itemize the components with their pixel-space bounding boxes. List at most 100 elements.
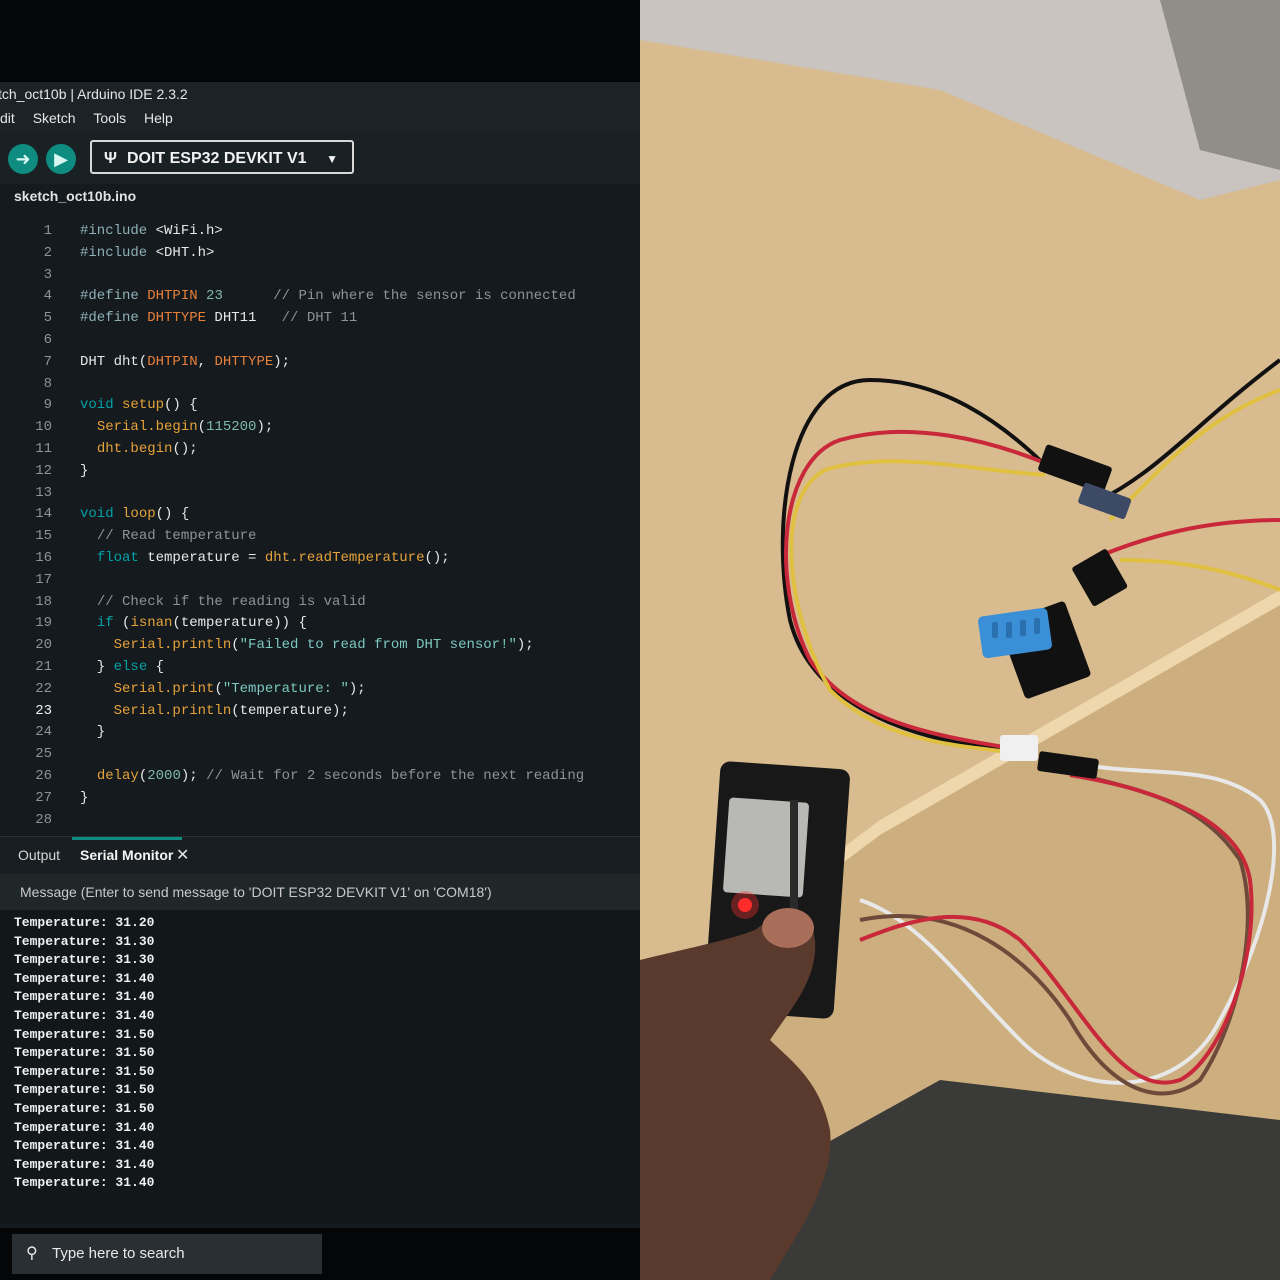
monitor-bezel [0, 0, 640, 82]
line-number: 26 [35, 768, 52, 784]
code-text: Serial.println("Failed to read from DHT … [113, 637, 534, 654]
line-number: 22 [35, 680, 52, 697]
code-line[interactable]: 26 delay(2000); // Wait for 2 seconds be… [0, 765, 640, 787]
board-name: DOIT ESP32 DEVKIT V1 [126, 150, 307, 167]
line-number: 18 [35, 593, 52, 610]
line-number: 11 [35, 441, 52, 457]
code-editor[interactable]: 1 #include <WiFi.h> 2 #include <DHT.h> 3 4 #de… [0, 212, 640, 832]
line-number: 17 [35, 571, 52, 588]
led-glow [731, 891, 759, 919]
code-text: #define DHTPIN 23 // Pin where the senso… [80, 288, 576, 305]
code-line[interactable]: 16 float temperature = dht.readTemperatu… [0, 547, 640, 569]
code-line[interactable]: 9 void setup() { [0, 394, 640, 416]
line-number: 19 [35, 615, 52, 632]
code-line[interactable]: 20 Serial.println("Failed to read from D… [0, 634, 640, 656]
upload-button[interactable]: ▶ [46, 144, 76, 174]
code-text: // Check if the reading is valid [96, 593, 366, 610]
menu-sketch[interactable]: Sketch [33, 106, 76, 130]
line-number: 3 [43, 266, 52, 283]
taskbar-search-placeholder: Type here to search [52, 1245, 185, 1262]
serial-line: Temperature: 31.50 [14, 1045, 155, 1061]
toolbar: ➜ ▶ Ψ DOIT ESP32 DEVKIT V1 ▼ [0, 130, 640, 184]
serial-line: Temperature: 31.40 [14, 1138, 155, 1154]
line-number: 12 [35, 462, 52, 479]
serial-line: Temperature: 31.40 [14, 1175, 155, 1191]
code-line[interactable]: 10 Serial.begin(115200); [0, 416, 640, 438]
line-number: 15 [35, 528, 52, 545]
code-line[interactable]: 11 dht.begin(); [0, 438, 640, 460]
code-line[interactable]: 17 [0, 569, 640, 591]
code-line[interactable]: 18 // Check if the reading is valid [0, 591, 640, 613]
code-line[interactable]: 1 #include <WiFi.h> [0, 220, 640, 242]
code-line[interactable]: 25 [0, 743, 640, 765]
line-number: 27 [35, 789, 52, 806]
code-line[interactable]: 27} [0, 787, 640, 809]
serial-line: Temperature: 31.40 [14, 1156, 155, 1172]
code-line[interactable]: 3 [0, 264, 640, 286]
code-line[interactable]: 8 [0, 373, 640, 395]
search-icon: ⚲ [26, 1245, 38, 1262]
code-text: delay(2000); // Wait for 2 seconds befor… [96, 768, 585, 784]
code-line[interactable]: 7 DHT dht(DHTPIN, DHTTYPE); [0, 351, 640, 373]
close-icon[interactable]: ✕ [176, 845, 189, 865]
serial-line: Temperature: 31.20 [14, 915, 155, 930]
menu-help[interactable]: Help [144, 106, 173, 130]
line-number: 5 [43, 310, 52, 327]
menu-tools[interactable]: Tools [93, 106, 126, 130]
verify-button[interactable]: ➜ [8, 144, 38, 174]
code-text: DHT dht(DHTPIN, DHTTYPE); [80, 353, 291, 370]
debug-icon: ▶ [54, 149, 68, 169]
file-tab[interactable]: sketch_oct10b.ino [14, 188, 136, 204]
tab-serial-monitor[interactable]: Serial Monitor [80, 847, 173, 863]
code-line[interactable]: 19 if (isnan(temperature)) { [0, 612, 640, 634]
line-number: 13 [35, 484, 52, 501]
code-line[interactable]: 6 [0, 329, 640, 351]
serial-line: Temperature: 31.30 [14, 952, 155, 968]
line-number: 25 [35, 746, 52, 763]
serial-message-input[interactable]: Message (Enter to send message to 'DOIT … [0, 874, 640, 910]
code-line[interactable]: 14 void loop() { [0, 503, 640, 525]
code-line[interactable]: 22 Serial.print("Temperature: "); [0, 678, 640, 700]
menu-bar: dit Sketch Tools Help [0, 106, 640, 130]
code-text: #include <WiFi.h> [80, 223, 223, 239]
code-text: } [80, 724, 106, 741]
line-number: 6 [43, 332, 52, 348]
line-number: 21 [35, 659, 52, 675]
serial-line: Temperature: 31.40 [14, 970, 155, 986]
code-line[interactable]: 4 #define DHTPIN 23 // Pin where the sens… [0, 285, 640, 307]
hardware-photo [640, 0, 1280, 1280]
line-number: 7 [43, 353, 52, 370]
menu-edit[interactable]: dit [0, 106, 15, 130]
line-number: 16 [35, 550, 52, 566]
serial-line: Temperature: 31.40 [14, 989, 155, 1005]
hand [640, 914, 831, 1280]
line-number: 24 [35, 724, 52, 741]
code-line[interactable]: 24 } [0, 721, 640, 743]
line-number: 8 [43, 375, 52, 392]
code-text: Serial.println(temperature); [113, 702, 349, 719]
title-bar: tch_oct10b | Arduino IDE 2.3.2 [0, 82, 640, 106]
serial-monitor-output: Temperature: 31.20 Temperature: 31.30 Temp… [0, 910, 640, 1224]
code-text: void loop() { [80, 506, 190, 523]
code-text: // Read temperature [96, 528, 257, 545]
bottom-panel-tabs: Output Serial Monitor ✕ [0, 836, 640, 875]
code-line[interactable]: 12} [0, 460, 640, 482]
serial-line: Temperature: 31.40 [14, 1119, 155, 1135]
code-text: Serial.print("Temperature: "); [113, 680, 366, 697]
line-number: 14 [35, 506, 52, 523]
code-text: Serial.begin(115200); [96, 419, 274, 436]
code-line[interactable]: 15 // Read temperature [0, 525, 640, 547]
serial-line: Temperature: 31.40 [14, 1008, 155, 1023]
code-line[interactable]: 5 #define DHTTYPE DHT11 // DHT 11 [0, 307, 640, 329]
code-line[interactable]: 2 #include <DHT.h> [0, 242, 640, 264]
code-line[interactable]: 13 [0, 482, 640, 504]
code-line[interactable]: 28 [0, 809, 640, 831]
line-number: 10 [35, 419, 52, 436]
tab-output[interactable]: Output [18, 847, 60, 863]
windows-taskbar: ⚲ Type here to search [0, 1228, 640, 1280]
code-text: void setup() { [80, 397, 198, 414]
taskbar-search-input[interactable]: ⚲ Type here to search [12, 1234, 322, 1274]
code-line[interactable]: 23 Serial.println(temperature); [0, 700, 640, 722]
board-selector[interactable]: Ψ DOIT ESP32 DEVKIT V1 ▼ [90, 140, 354, 174]
code-line[interactable]: 21 } else { [0, 656, 640, 678]
